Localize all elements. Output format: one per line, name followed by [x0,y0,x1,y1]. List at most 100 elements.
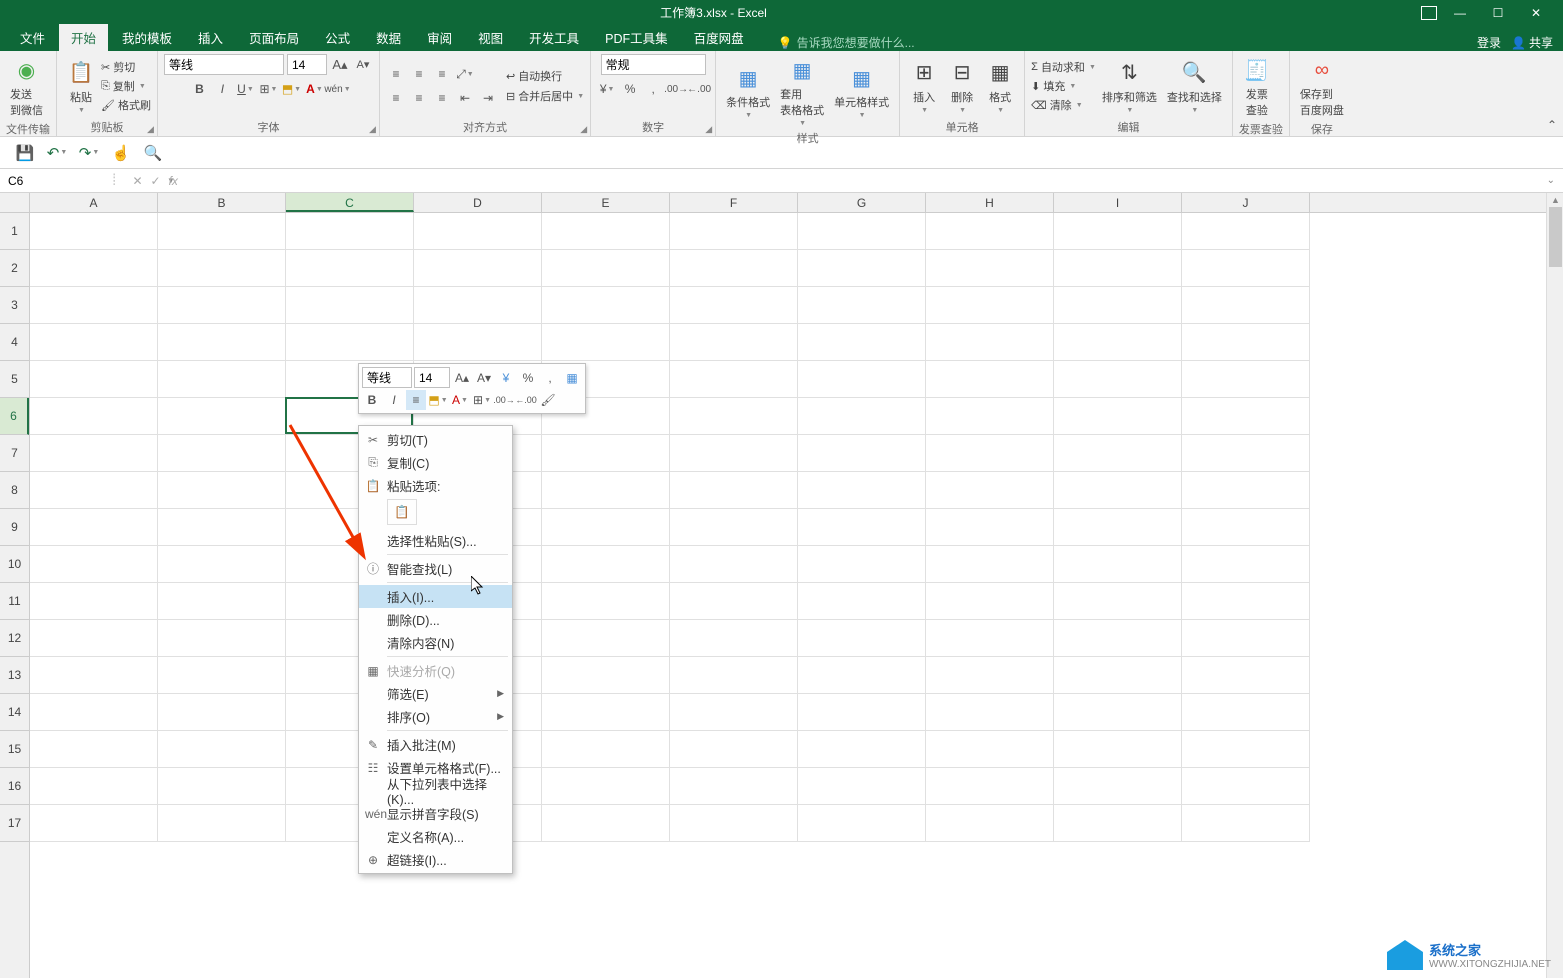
column-header[interactable]: H [926,193,1054,212]
column-header[interactable]: B [158,193,286,212]
dialog-launcher-icon[interactable]: ◢ [580,124,587,135]
cell[interactable] [158,435,286,472]
cell[interactable] [798,324,926,361]
cell[interactable] [670,805,798,842]
cell[interactable] [798,768,926,805]
ribbon-tab-2[interactable]: 我的模板 [110,24,184,51]
cell[interactable] [1182,805,1310,842]
grow-font-button[interactable]: A▴ [330,55,350,75]
cell[interactable] [1054,509,1182,546]
cell[interactable] [542,731,670,768]
row-header[interactable]: 5 [0,361,29,398]
cell[interactable] [158,324,286,361]
cell[interactable] [1054,324,1182,361]
paste-button[interactable]: 📋 粘贴▼ [63,57,99,116]
row-header[interactable]: 7 [0,435,29,472]
bold-button[interactable]: B [189,79,209,99]
cell[interactable] [926,768,1054,805]
save-to-baidu-button[interactable]: ∞保存到 百度网盘 [1296,54,1348,120]
cell[interactable] [30,324,158,361]
scrollbar-thumb[interactable] [1549,207,1562,267]
menu-item[interactable]: 排序(O)▶ [359,705,512,728]
row-header[interactable]: 14 [0,694,29,731]
cell[interactable] [670,472,798,509]
row-header[interactable]: 10 [0,546,29,583]
cell[interactable] [1182,435,1310,472]
undo-button[interactable]: ↶▼ [46,142,68,164]
format-painter-button[interactable]: 🖌格式刷 [101,97,151,113]
dialog-launcher-icon[interactable]: ◢ [369,124,376,135]
cell[interactable] [798,250,926,287]
cell[interactable] [1182,250,1310,287]
column-header[interactable]: J [1182,193,1310,212]
align-middle-button[interactable]: ≡ [409,64,429,84]
borders-button[interactable]: ⊞▼ [258,79,278,99]
cell[interactable] [542,546,670,583]
ribbon-tab-6[interactable]: 数据 [364,24,413,51]
row-header[interactable]: 3 [0,287,29,324]
cell[interactable] [798,805,926,842]
row-header[interactable]: 2 [0,250,29,287]
mini-format-painter[interactable]: 🖌 [538,390,558,410]
shrink-font-button[interactable]: A▾ [353,55,373,75]
fill-color-button[interactable]: ⬒▼ [281,79,301,99]
cell[interactable] [30,250,158,287]
cell[interactable] [798,509,926,546]
cell[interactable] [670,620,798,657]
cell[interactable] [158,398,286,435]
collapse-ribbon-button[interactable]: ⌃ [1547,118,1557,132]
format-cells-button[interactable]: ▦格式▼ [982,57,1018,116]
cell[interactable] [158,361,286,398]
share-button[interactable]: 👤共享 [1511,34,1553,51]
font-color-button[interactable]: A▼ [304,79,324,99]
cell[interactable] [542,657,670,694]
cell[interactable] [30,472,158,509]
cell[interactable] [542,213,670,250]
cell[interactable] [1182,287,1310,324]
align-bottom-button[interactable]: ≡ [432,64,452,84]
cancel-formula-button[interactable]: ✕ [132,174,142,188]
row-header[interactable]: 4 [0,324,29,361]
cell[interactable] [158,250,286,287]
cell[interactable] [670,546,798,583]
cell[interactable] [1054,768,1182,805]
cell[interactable] [1054,657,1182,694]
mini-comma[interactable]: , [540,368,560,388]
cell[interactable] [1054,435,1182,472]
cell[interactable] [1054,250,1182,287]
cell[interactable] [1182,583,1310,620]
cell[interactable] [926,213,1054,250]
menu-item[interactable]: 筛选(E)▶ [359,682,512,705]
italic-button[interactable]: I [212,79,232,99]
menu-item[interactable]: 删除(D)... [359,608,512,631]
align-right-button[interactable]: ≡ [432,88,452,108]
cell[interactable] [30,583,158,620]
cell[interactable] [158,546,286,583]
mini-font-color[interactable]: A▼ [450,390,470,410]
cell[interactable] [30,546,158,583]
tell-me-search[interactable]: 💡 告诉我您想要做什么... [758,34,915,51]
menu-item[interactable]: 定义名称(A)... [359,825,512,848]
cell[interactable] [798,620,926,657]
cell[interactable] [414,324,542,361]
cell[interactable] [926,472,1054,509]
column-header[interactable]: C [286,193,414,212]
cell[interactable] [1054,731,1182,768]
ribbon-tab-8[interactable]: 视图 [466,24,515,51]
column-header[interactable]: E [542,193,670,212]
cell[interactable] [1054,287,1182,324]
menu-item[interactable]: 从下拉列表中选择(K)... [359,779,512,802]
cell[interactable] [30,768,158,805]
cell[interactable] [798,731,926,768]
cell[interactable] [1182,398,1310,435]
ribbon-tab-5[interactable]: 公式 [313,24,362,51]
cell[interactable] [1182,509,1310,546]
ribbon-tab-4[interactable]: 页面布局 [237,24,311,51]
align-top-button[interactable]: ≡ [386,64,406,84]
copy-button[interactable]: ⎘复制▼ [101,78,151,94]
cell[interactable] [1182,361,1310,398]
ribbon-display-options-icon[interactable] [1421,6,1437,20]
cell[interactable] [1054,694,1182,731]
cell[interactable] [158,731,286,768]
cell[interactable] [542,287,670,324]
